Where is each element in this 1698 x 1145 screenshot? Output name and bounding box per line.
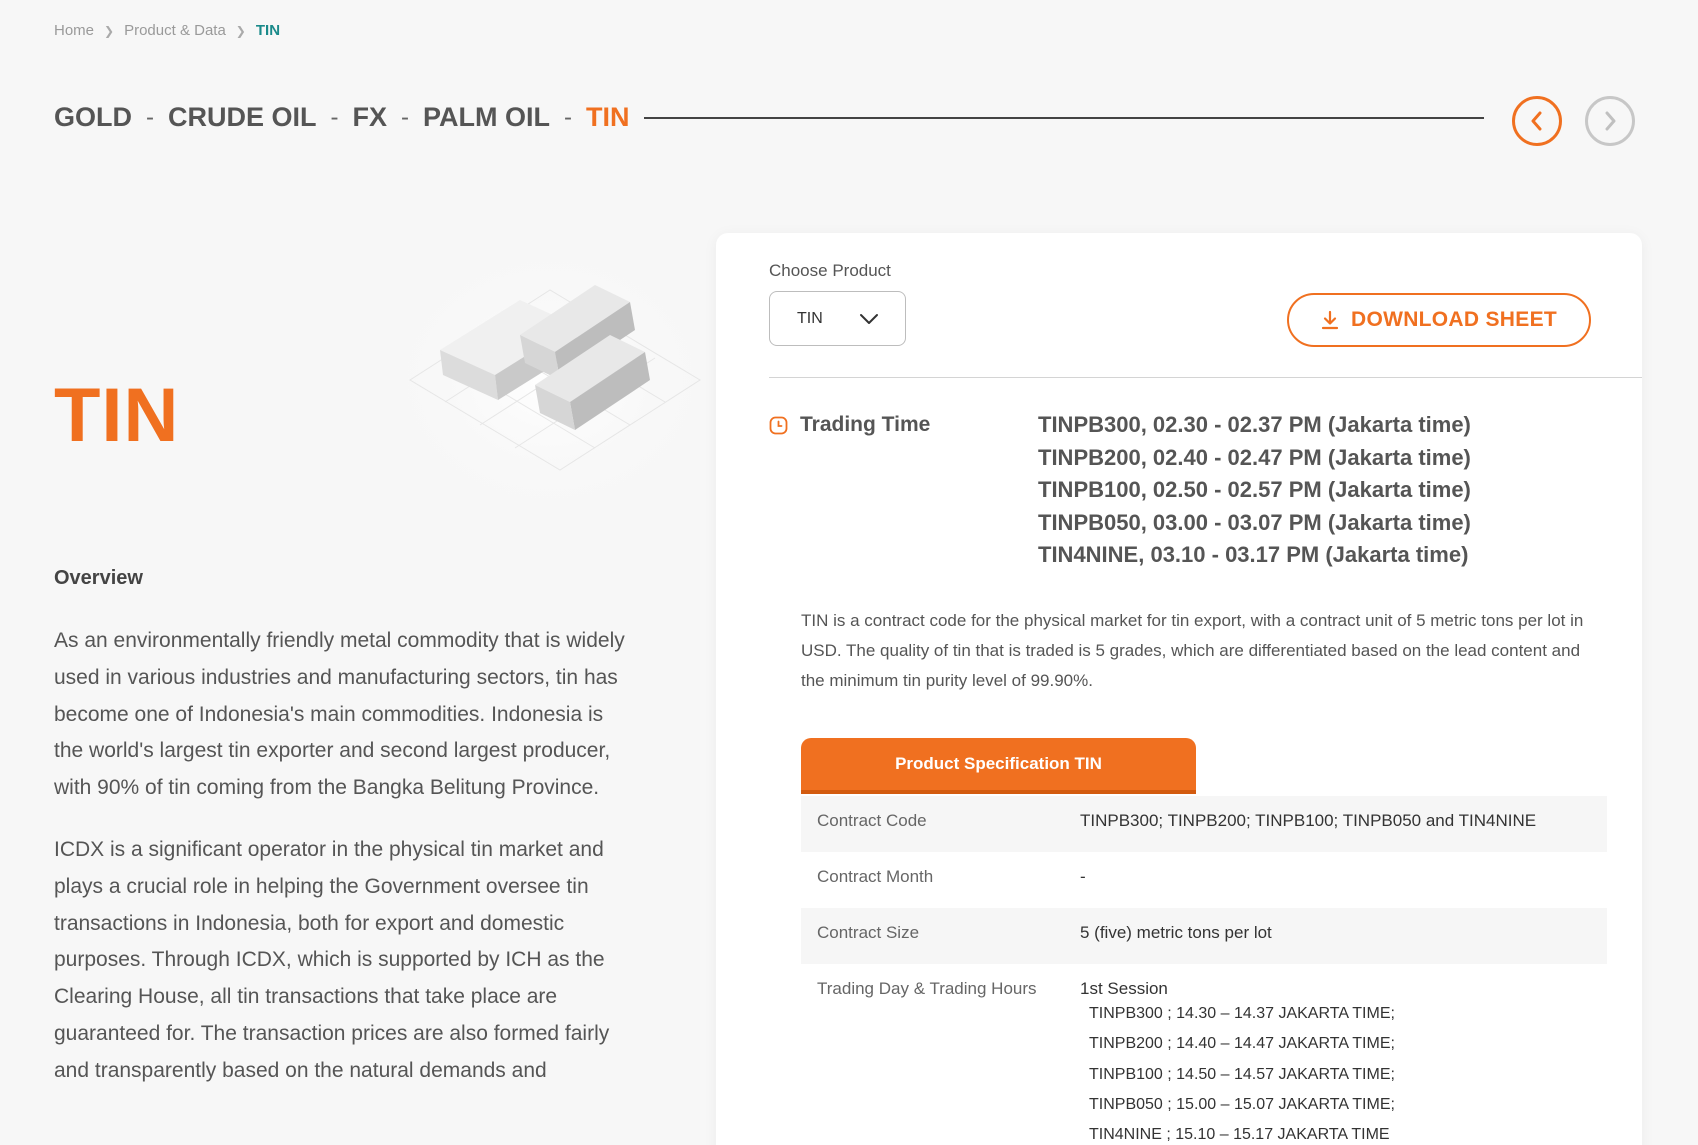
- spec-key: Contract Month: [817, 867, 934, 886]
- nav-separator: -: [564, 103, 572, 131]
- overview-paragraph: ICDX is a significant operator in the ph…: [54, 837, 610, 1082]
- nav-item-gold[interactable]: GOLD: [54, 102, 132, 133]
- session-line: TINPB200 ; 14.40 – 14.47 JAKARTA TIME;: [1089, 1035, 1395, 1053]
- trading-time-list: TINPB300, 02.30 - 02.37 PM (Jakarta time…: [1038, 409, 1471, 572]
- breadcrumb: Home ❯ Product & Data ❯ TIN: [54, 22, 280, 39]
- chevron-right-icon: ❯: [104, 23, 115, 38]
- trading-time-label: Trading Time: [769, 413, 930, 437]
- choose-product-label: Choose Product: [769, 261, 891, 280]
- nav-divider-line: [643, 116, 1484, 119]
- trading-time-item: TINPB300, 02.30 - 02.37 PM (Jakarta time…: [1038, 412, 1471, 437]
- trading-time-title: Trading Time: [800, 413, 931, 436]
- spec-value: 1st Session TINPB300 ; 14.30 – 14.37 JAK…: [1080, 964, 1591, 1145]
- chevron-down-icon: [860, 313, 878, 324]
- tin-ingot-illustration: [370, 230, 725, 530]
- next-product-button[interactable]: [1585, 96, 1635, 146]
- download-sheet-label: DOWNLOAD SHEET: [1350, 308, 1558, 331]
- product-nav: GOLD - CRUDE OIL - FX - PALM OIL - TIN: [54, 102, 1484, 133]
- panel-divider: [769, 377, 1642, 378]
- nav-separator: -: [146, 103, 154, 131]
- table-row: Trading Day & Trading Hours 1st Session …: [801, 964, 1607, 1145]
- chevron-right-icon: [1605, 111, 1616, 131]
- trading-time-item: TINPB050, 03.00 - 03.07 PM (Jakarta time…: [1038, 509, 1471, 535]
- spec-value: TINPB300; TINPB200; TINPB100; TINPB050 a…: [1080, 811, 1537, 830]
- product-detail-panel: Choose Product TIN DOWNLOAD SHEET Tradin…: [716, 233, 1642, 1145]
- spec-key: Trading Day & Trading Hours: [817, 979, 1037, 998]
- nav-item-fx[interactable]: FX: [353, 102, 388, 133]
- session-title: 1st Session: [1080, 979, 1168, 998]
- spec-value: 5 (five) metric tons per lot: [1080, 923, 1272, 942]
- product-select[interactable]: TIN: [769, 291, 906, 346]
- clock-icon: [769, 416, 788, 434]
- session-line: TINPB100 ; 14.50 – 14.57 JAKARTA TIME;: [1089, 1065, 1395, 1083]
- overview-paragraph: As an environmentally friendly metal com…: [54, 629, 625, 800]
- nav-separator: -: [330, 103, 339, 131]
- chevron-left-icon: [1531, 111, 1542, 131]
- spec-value: -: [1080, 867, 1086, 886]
- overview-heading: Overview: [54, 567, 143, 589]
- overview-text: As an environmentally friendly metal com…: [54, 623, 629, 1115]
- specification-table: Contract Code TINPB300; TINPB200; TINPB1…: [801, 796, 1607, 1145]
- breadcrumb-current: TIN: [255, 22, 281, 39]
- trading-time-item: TINPB200, 02.40 - 02.47 PM (Jakarta time…: [1038, 444, 1471, 470]
- nav-item-crude-oil[interactable]: CRUDE OIL: [168, 102, 317, 133]
- download-sheet-button[interactable]: DOWNLOAD SHEET: [1287, 293, 1591, 347]
- spec-key: Contract Code: [817, 811, 927, 830]
- chevron-right-icon: ❯: [235, 23, 246, 38]
- nav-item-palm-oil[interactable]: PALM OIL: [423, 102, 550, 133]
- nav-separator: -: [401, 103, 410, 131]
- breadcrumb-home-link[interactable]: Home: [54, 22, 94, 39]
- product-select-value: TIN: [797, 309, 823, 327]
- session-line: TIN4NINE ; 15.10 – 15.17 JAKARTA TIME: [1089, 1126, 1390, 1144]
- product-description: TIN is a contract code for the physical …: [801, 611, 1584, 690]
- session-line: TINPB300 ; 14.30 – 14.37 JAKARTA TIME;: [1089, 1005, 1395, 1022]
- trading-time-item: TIN4NINE, 03.10 - 03.17 PM (Jakarta time…: [1038, 542, 1469, 568]
- previous-product-button[interactable]: [1512, 96, 1562, 146]
- table-row: Contract Code TINPB300; TINPB200; TINPB1…: [801, 796, 1607, 852]
- table-row: Contract Size 5 (five) metric tons per l…: [801, 908, 1607, 964]
- nav-item-tin[interactable]: TIN: [586, 102, 630, 133]
- session-line: TINPB050 ; 15.00 – 15.07 JAKARTA TIME;: [1089, 1095, 1395, 1113]
- spec-key: Contract Size: [817, 923, 920, 942]
- table-row: Contract Month -: [801, 852, 1607, 908]
- tab-product-specification[interactable]: Product Specification TIN: [801, 738, 1196, 794]
- download-icon: [1321, 310, 1339, 330]
- trading-time-item: TINPB100, 02.50 - 02.57 PM (Jakarta time…: [1038, 477, 1471, 503]
- breadcrumb-product-data-link[interactable]: Product & Data: [124, 22, 226, 39]
- page-title: TIN: [54, 373, 180, 458]
